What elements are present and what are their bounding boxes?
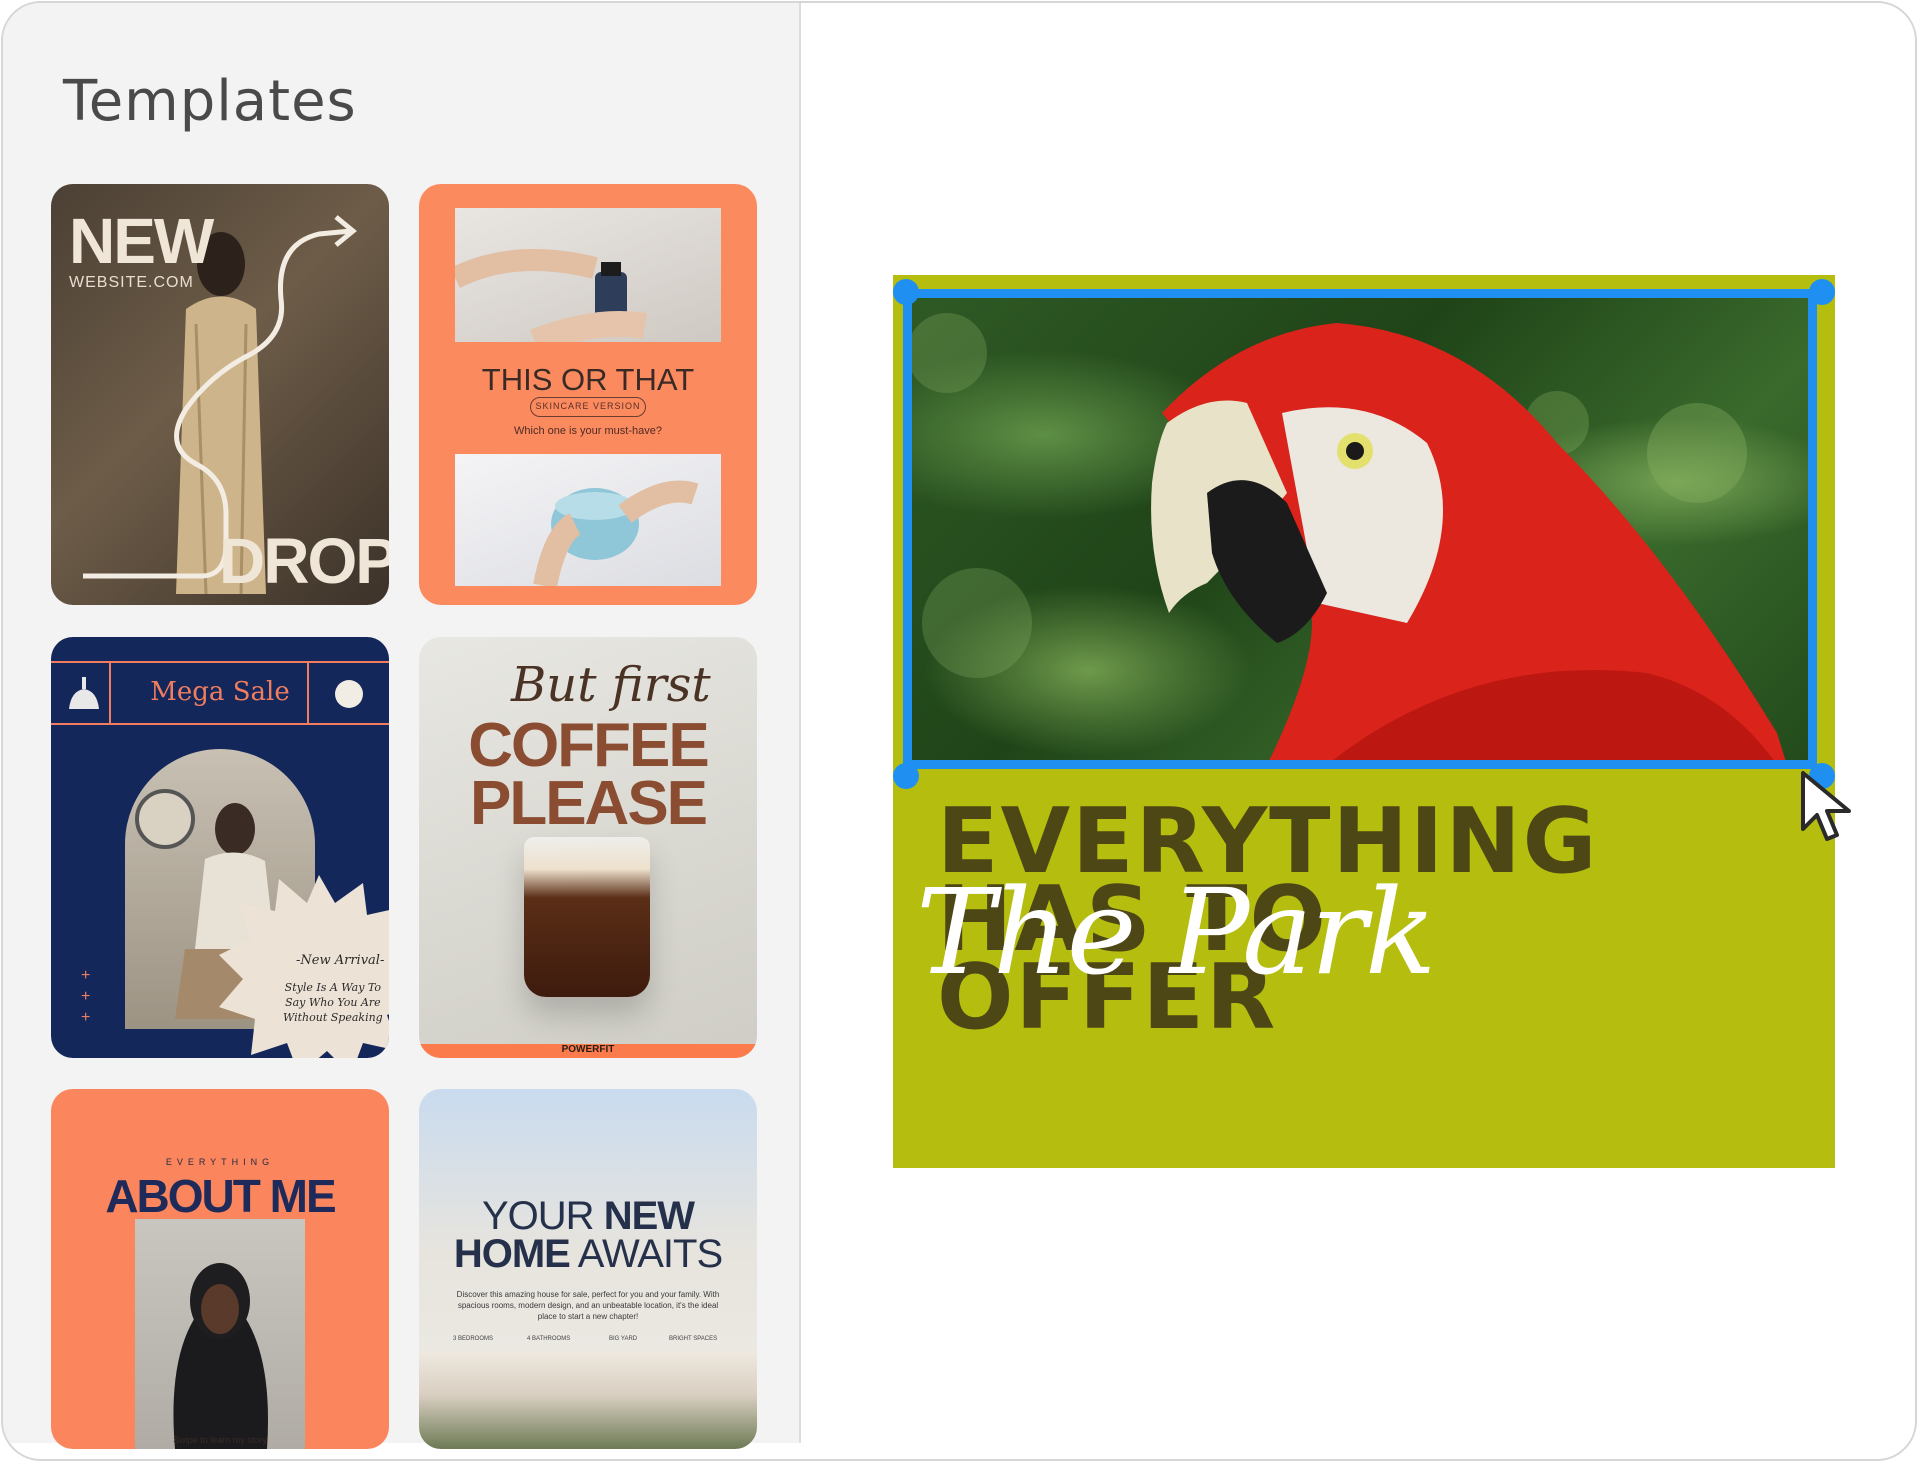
serum-photo [450, 208, 721, 355]
template-card-new-drop[interactable]: NEW WEBSITE.COM DROP [51, 184, 389, 605]
headline: ABOUT ME [105, 1170, 336, 1222]
resize-handle-top-left[interactable] [893, 279, 919, 305]
cursor-pointer-icon [1801, 771, 1851, 841]
body-text: Discover this amazing house for sale, pe… [456, 1290, 720, 1321]
feature-item: BRIGHT SPACES [669, 1336, 718, 1342]
brand-label: POWERFIT [561, 1044, 615, 1055]
headline-line2: PLEASE [469, 769, 708, 838]
pill-label: SKINCARE VERSION [530, 397, 646, 417]
sparkle-icon: + + + [81, 967, 91, 1026]
template-card-about-me[interactable]: EVERYTHING ABOUT ME Swipe to learn my st… [51, 1089, 389, 1449]
resize-handle-bottom-left[interactable] [893, 763, 919, 789]
selection-frame[interactable] [903, 289, 1817, 769]
body-text: Style Is A Way To Say Who You Are Withou… [283, 981, 383, 1024]
feature-item: 3 BEDROOMS [453, 1336, 494, 1342]
script-text: But first [511, 657, 711, 713]
templates-panel: Templates NEW WEBSITE.COM DROP THIS OR T… [3, 3, 801, 1449]
subtitle: Which one is your must-have? [514, 425, 662, 437]
house-photo [419, 1351, 757, 1449]
canvas-script-overlay[interactable]: The Park [916, 863, 1436, 1001]
badge-icon [335, 680, 363, 708]
headline-bottom: DROP [219, 525, 389, 597]
coffee-glass-photo [524, 837, 650, 997]
template-card-mega-sale[interactable]: Mega Sale -New Arrival- Style Is A Way T… [51, 637, 389, 1058]
feature-item: BIG YARD [609, 1336, 638, 1342]
tag-text: -New Arrival- [296, 953, 385, 968]
template-card-coffee-please[interactable]: But first COFFEE PLEASE POWERFIT [419, 637, 757, 1058]
panel-title: Templates [63, 69, 357, 134]
headline-top: NEW [69, 205, 214, 277]
headline-line1: YOUR NEW [481, 1194, 695, 1238]
template-card-this-or-that[interactable]: THIS OR THAT SKINCARE VERSION Which one … [419, 184, 757, 605]
kicker: EVERYTHING [165, 1157, 275, 1167]
footer-text: Swipe to learn my story [173, 1435, 267, 1445]
divider [51, 723, 389, 725]
portrait-photo [135, 1219, 305, 1449]
template-card-new-home[interactable]: YOUR NEW HOME AWAITS Discover this amazi… [419, 1089, 757, 1449]
resize-handle-top-right[interactable] [1809, 279, 1835, 305]
headline-line2: HOME AWAITS [453, 1232, 723, 1276]
headline: THIS OR THAT [481, 362, 695, 397]
headline-line1: COFFEE [468, 711, 709, 780]
divider [51, 661, 389, 663]
app-window: Templates NEW WEBSITE.COM DROP THIS OR T… [1, 1, 1917, 1461]
feature-item: 4 BATHROOMS [527, 1336, 571, 1342]
subtitle: WEBSITE.COM [69, 274, 194, 291]
cream-photo [455, 454, 721, 589]
